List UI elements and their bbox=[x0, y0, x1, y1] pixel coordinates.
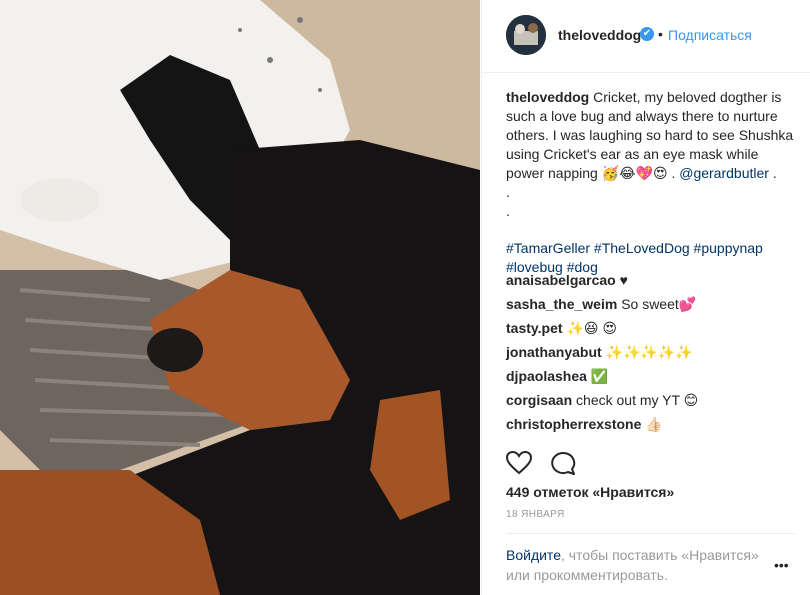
header-username[interactable]: theloveddog bbox=[558, 27, 641, 43]
comment-username[interactable]: jonathanyabut bbox=[506, 344, 602, 360]
comment-button[interactable] bbox=[550, 451, 576, 480]
comment-item: sasha_the_weim So sweet💕 bbox=[506, 295, 796, 319]
post-sidebar: theloveddog ✔ • Подписаться theloveddog … bbox=[481, 0, 810, 595]
comment-text: ✅ bbox=[590, 368, 609, 384]
avatar[interactable] bbox=[506, 15, 546, 55]
post-header: theloveddog ✔ • Подписаться bbox=[482, 0, 810, 73]
like-button[interactable] bbox=[505, 450, 533, 480]
avatar-image bbox=[506, 15, 546, 55]
comment-text: check out my YT 😊 bbox=[576, 392, 699, 408]
caption-dot-2: . bbox=[506, 203, 510, 219]
caption-mention[interactable]: @gerardbutler bbox=[679, 165, 769, 181]
comment-icon bbox=[551, 452, 576, 475]
verified-badge-icon: ✔ bbox=[640, 27, 654, 41]
caption-username[interactable]: theloveddog bbox=[506, 89, 589, 105]
comment-text: ✨😆 😍 bbox=[566, 320, 617, 336]
comment-item: djpaolashea ✅ bbox=[506, 367, 796, 391]
likes-count[interactable]: 449 отметок «Нравится» bbox=[506, 484, 674, 500]
post-actions bbox=[505, 450, 590, 480]
caption-after-mention: . bbox=[772, 165, 777, 181]
login-link[interactable]: Войдите bbox=[506, 547, 561, 563]
comment-username[interactable]: djpaolashea bbox=[506, 368, 587, 384]
comment-item: anaisabelgarcao ♥ bbox=[506, 271, 796, 295]
comment-username[interactable]: corgisaan bbox=[506, 392, 572, 408]
comments-list: anaisabelgarcao ♥ sasha_the_weim So swee… bbox=[506, 271, 796, 439]
post-date[interactable]: 18 ЯНВАРЯ bbox=[506, 509, 565, 520]
comment-username[interactable]: sasha_the_weim bbox=[506, 296, 617, 312]
login-prompt: Войдите, чтобы поставить «Нравится» или … bbox=[506, 545, 766, 585]
dogs-photo bbox=[0, 0, 480, 595]
comment-item: corgisaan check out my YT 😊 bbox=[506, 391, 796, 415]
comment-username[interactable]: christopherrexstone bbox=[506, 416, 641, 432]
caption: theloveddog Cricket, my beloved dogther … bbox=[506, 88, 796, 277]
comment-username[interactable]: tasty.pet bbox=[506, 320, 563, 336]
follow-button[interactable]: Подписаться bbox=[668, 27, 752, 43]
heart-icon bbox=[505, 450, 533, 475]
comment-text: 👍🏻 bbox=[645, 416, 663, 432]
comment-item: tasty.pet ✨😆 😍 bbox=[506, 319, 796, 343]
divider bbox=[506, 533, 796, 534]
post-image[interactable] bbox=[0, 0, 480, 595]
comment-text: So sweet💕 bbox=[621, 296, 697, 312]
comment-item: christopherrexstone 👍🏻 bbox=[506, 415, 796, 439]
comment-text: ♥ bbox=[619, 272, 628, 288]
caption-dot-1: . bbox=[506, 184, 510, 200]
comment-item: jonathanyabut ✨✨✨✨✨ bbox=[506, 343, 796, 367]
comment-username[interactable]: anaisabelgarcao bbox=[506, 272, 616, 288]
header-separator: • bbox=[658, 26, 663, 42]
comment-text: ✨✨✨✨✨ bbox=[605, 344, 693, 360]
more-options-icon[interactable]: ••• bbox=[774, 557, 789, 573]
